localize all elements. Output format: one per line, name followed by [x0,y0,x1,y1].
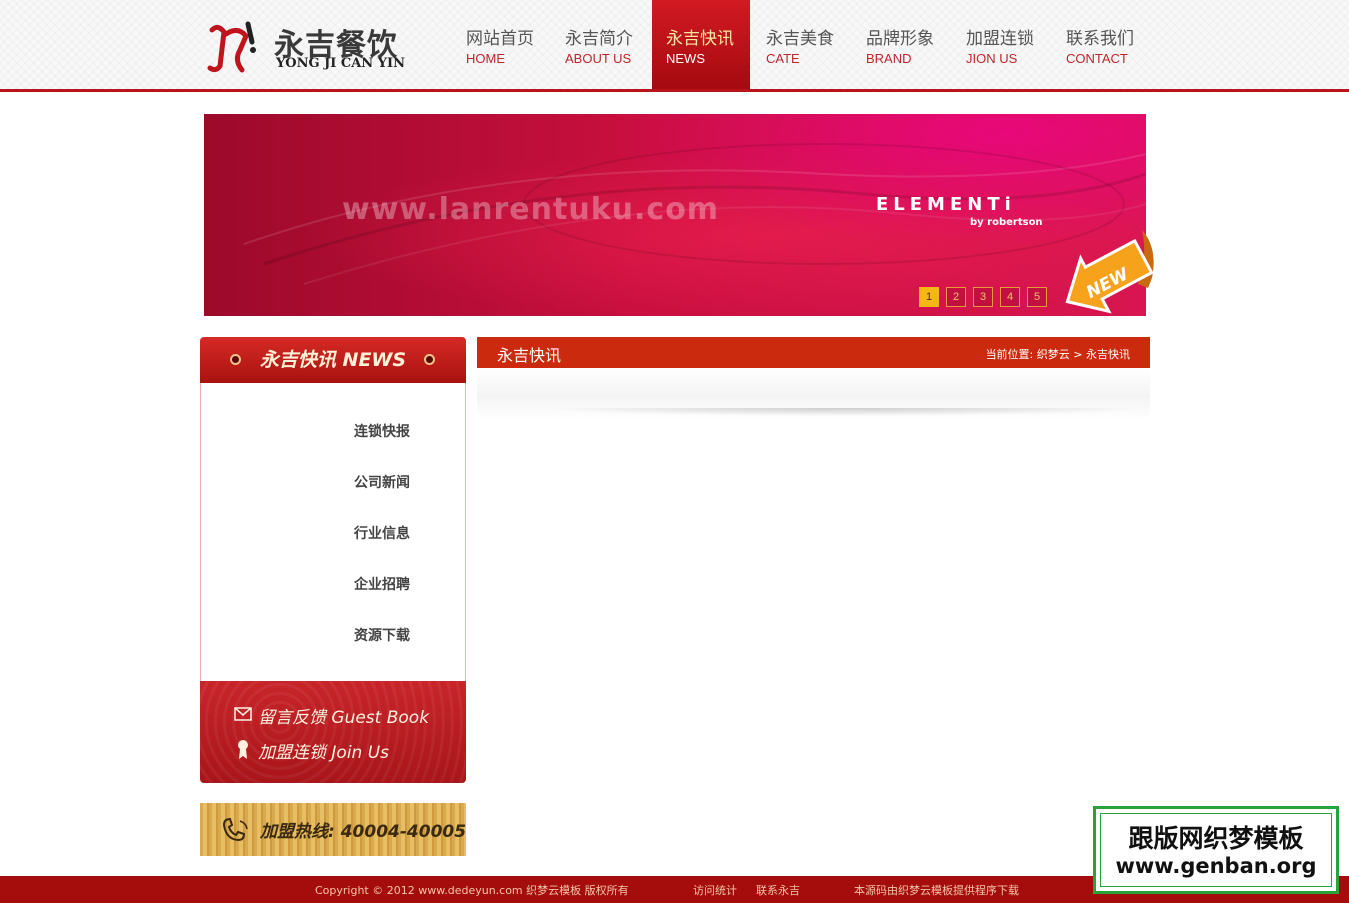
pager-button-1[interactable]: 1 [919,287,939,307]
sidebar-menu: 连锁快报 公司新闻 行业信息 企业招聘 资源下载 [200,383,466,681]
watermark-cn-text: 跟版网织梦模板 [1128,824,1304,853]
nav-cate[interactable]: 永吉美食 CATE [752,0,850,90]
sidebar-item-company-news[interactable]: 公司新闻 [354,472,410,492]
nav-label-en: NEWS [666,51,705,66]
footer-stats-link[interactable]: 访问统计 [693,882,737,898]
nav-home[interactable]: 网站首页 HOME [452,0,550,90]
header-divider [0,89,1349,92]
nav-label-cn: 永吉美食 [766,29,834,49]
sidebar-header: 永吉快讯 NEWS [200,337,466,383]
breadcrumb-separator: > [1073,348,1083,361]
nav-label-en: ABOUT US [565,51,632,66]
sidebar-item-chain-news[interactable]: 连锁快报 [354,421,410,441]
footer-contact-link[interactable]: 联系永吉 [756,882,800,898]
new-badge-icon: NEW [1065,230,1154,314]
nav-label-cn: 加盟连锁 [966,29,1034,49]
logo-emblem-icon [207,21,256,73]
nav-label-en: JION US [966,51,1018,66]
pager-button-2[interactable]: 2 [946,287,966,307]
phone-icon [222,817,248,842]
join-us-link[interactable]: 加盟连锁 Join Us [258,738,389,763]
envelope-icon [234,707,252,721]
nav-label-cn: 永吉简介 [565,29,633,49]
breadcrumb-home-link[interactable]: 织梦云 [1037,348,1070,361]
sidebar-quick-links: 留言反馈 Guest Book 加盟连锁 Join Us [200,681,466,783]
banner-watermark-url: www.lanrentuku.com [342,192,720,227]
watermark-en-text: www.genban.org [1115,854,1317,878]
page-title: 永吉快讯 [497,346,562,365]
pager-button-3[interactable]: 3 [973,287,993,307]
nav-join[interactable]: 加盟连锁 JION US [952,0,1050,90]
guestbook-link[interactable]: 留言反馈 Guest Book [258,703,429,728]
banner-slideshow[interactable]: www.lanrentuku.com ELEMENTi by robertson… [204,114,1146,316]
nav-about[interactable]: 永吉简介 ABOUT US [551,0,649,90]
nav-label-cn: 永吉快讯 [666,29,734,49]
breadcrumb: 当前位置: 织梦云 > 永吉快讯 [986,346,1130,362]
sidebar-item-industry-info[interactable]: 行业信息 [354,523,410,543]
award-icon [238,740,248,759]
nav-label-cn: 品牌形象 [866,29,934,49]
content-shadow-divider [545,408,1145,416]
sidebar-item-downloads[interactable]: 资源下载 [354,625,410,645]
banner-brand-sub: by robertson [970,217,1043,228]
breadcrumb-label: 当前位置: [985,348,1034,361]
site-logo[interactable]: 永吉餐饮 YONG JI CAN YIN [204,18,414,78]
sidebar-title: 永吉快讯 NEWS [259,349,407,371]
nav-label-en: HOME [466,51,505,66]
site-header: 永吉餐饮 YONG JI CAN YIN 网站首页 HOME 永吉简介 ABOU… [0,0,1349,90]
sidebar-item-recruitment[interactable]: 企业招聘 [354,574,410,594]
hotline-banner[interactable]: 加盟热线: 40004-40005 [200,803,466,856]
nav-contact[interactable]: 联系我们 CONTACT [1052,0,1150,90]
banner-brand: ELEMENTi [876,194,1016,215]
pager-button-4[interactable]: 4 [1000,287,1020,307]
logo-en-text: YONG JI CAN YIN [276,56,405,71]
nav-brand[interactable]: 品牌形象 BRAND [852,0,950,90]
nav-label-cn: 联系我们 [1066,29,1134,49]
breadcrumb-current-link[interactable]: 永吉快讯 [1086,348,1130,361]
nav-label-en: CATE [766,51,800,66]
pager-button-5[interactable]: 5 [1027,287,1047,307]
nav-label-en: CONTACT [1066,51,1128,66]
nav-label-cn: 网站首页 [466,29,534,49]
footer-source-note: 本源码由织梦云模板提供程序下载 [854,884,1019,897]
nav-news[interactable]: 永吉快讯 NEWS [652,0,750,90]
watermark-badge: 跟版网织梦模板 www.genban.org [1093,806,1339,894]
hotline-text: 加盟热线: 40004-40005 [260,822,467,842]
footer-copyright: Copyright © 2012 www.dedeyun.com 织梦云模板 版… [315,884,629,897]
content-title-bar: 永吉快讯 当前位置: 织梦云 > 永吉快讯 [477,337,1150,368]
nav-label-en: BRAND [866,51,912,66]
